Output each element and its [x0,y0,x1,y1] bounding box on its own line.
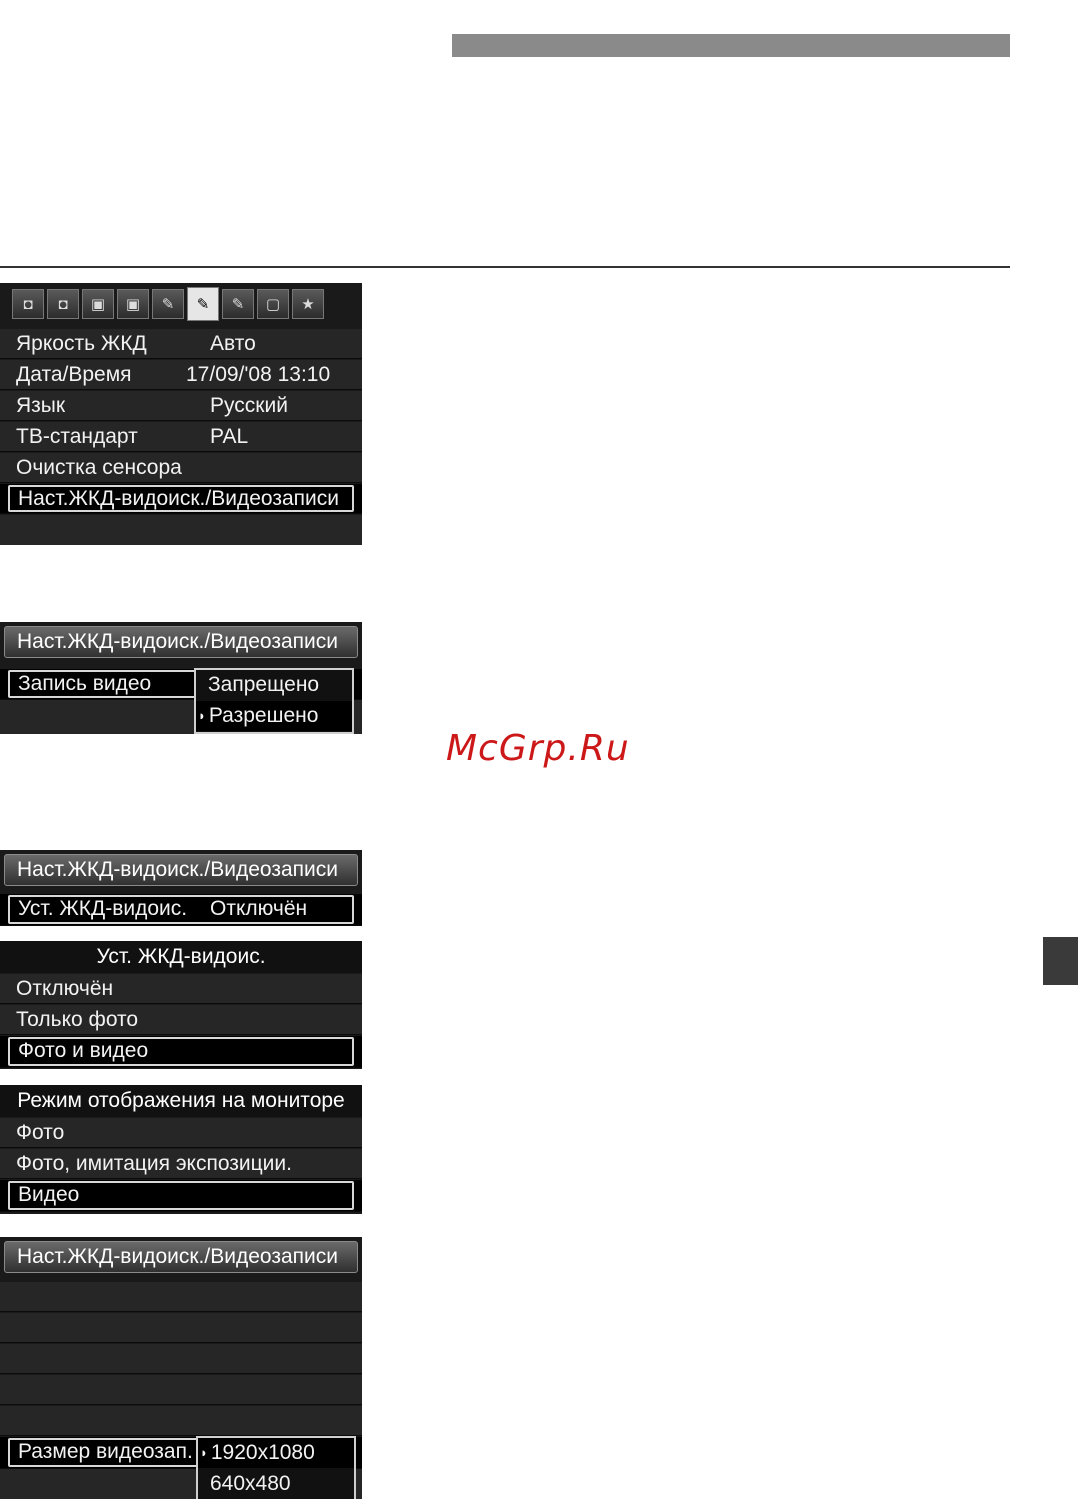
menu-row-empty [0,1282,362,1312]
custom-function-icon[interactable]: ▢ [257,289,289,319]
option-1920x1080[interactable]: ◗ 1920x1080 [198,1438,354,1468]
movie-record-screen: Наст.ЖКД-видоиск./Видеозаписи Запись вид… [0,622,362,734]
row-label: Фото [16,1121,65,1144]
row-label: Отключён [16,977,114,1000]
row-value: Отключён [210,897,308,920]
row-label: Наст.ЖКД-видоиск./Видеозаписи [18,487,339,510]
my-menu-icon[interactable]: ★ [292,289,324,319]
row-label: ТВ-стандарт [16,425,138,448]
menu-row-empty [0,1406,362,1436]
section-header-bar [452,34,1010,57]
row-label: Запись видео [18,672,152,695]
movie-record-dropdown[interactable]: Запрещено ◗ Разрешено [194,668,354,734]
option-movie[interactable]: Видео [0,1180,362,1212]
menu-row-video-system[interactable]: ТВ-стандарт PAL [0,422,362,452]
row-value: 17/09/'08 13:10 [186,363,331,386]
chapter-side-tab [1043,937,1078,985]
menu-row-live-view-settings[interactable]: Наст.ЖКД-видоиск./Видеозаписи [0,484,362,514]
option-disable[interactable]: Отключён [0,974,362,1004]
row-value: PAL [210,425,249,448]
setup-3-icon[interactable]: ✎ [222,289,254,319]
row-label: Уст. ЖКД-видоис. [18,897,188,920]
row-label: Размер видеозап. [18,1440,193,1463]
camera-2-icon[interactable]: ◘ [47,289,79,319]
option-stills-only[interactable]: Только фото [0,1005,362,1035]
option-disable[interactable]: Запрещено [196,670,352,700]
selected-arrow-icon: ◗ [200,1445,208,1460]
live-view-options-screen: Уст. ЖКД-видоис. Отключён Только фото Фо… [0,941,362,1069]
row-label: Яркость ЖКД [16,332,147,355]
menu-row-date-time[interactable]: Дата/Время 17/09/'08 13:10 [0,360,362,390]
option-stills[interactable]: Фото [0,1118,362,1148]
playback-2-icon[interactable]: ▣ [117,289,149,319]
menu-row-empty [0,1375,362,1405]
screen-header: Наст.ЖКД-видоиск./Видеозаписи [4,1241,358,1273]
option-enable[interactable]: ◗ Разрешено [196,701,352,731]
watermark-text: McGrp.Ru [446,728,630,769]
screen-title: Уст. ЖКД-видоис. [0,941,362,973]
selected-arrow-icon: ◗ [198,708,206,723]
live-view-setting-row[interactable]: Уст. ЖКД-видоис. Отключён [0,894,362,926]
live-view-setting-screen: Наст.ЖКД-видоиск./Видеозаписи Уст. ЖКД-в… [0,850,362,926]
option-640x480[interactable]: 640x480 [198,1469,354,1499]
row-label: Фото и видео [18,1039,149,1062]
screen-header: Наст.ЖКД-видоиск./Видеозаписи [4,854,358,886]
setup-2-icon[interactable]: ✎ [187,287,219,321]
playback-1-icon[interactable]: ▣ [82,289,114,319]
row-label: Язык [16,394,66,417]
menu-row-empty [0,1344,362,1374]
row-label: Очистка сенсора [16,456,182,479]
movie-size-screen: Наст.ЖКД-видоиск./Видеозаписи Размер вид… [0,1237,362,1499]
display-mode-screen: Режим отображения на мониторе Фото Фото,… [0,1085,362,1214]
row-value: Русский [210,394,288,417]
divider-rule [0,266,1010,268]
menu-row-lcd-brightness[interactable]: Яркость ЖКД Авто [0,329,362,359]
setup-1-icon[interactable]: ✎ [152,289,184,319]
option-stills-and-movie[interactable]: Фото и видео [0,1036,362,1068]
screen-header: Наст.ЖКД-видоиск./Видеозаписи [4,626,358,658]
menu-row-language[interactable]: Язык Русский [0,391,362,421]
row-label: Только фото [16,1008,139,1031]
option-stills-exposure-simulation[interactable]: Фото, имитация экспозиции. [0,1149,362,1179]
setup-menu-screen: ◘ ◘ ▣ ▣ ✎ ✎ ✎ ▢ ★ Яркость ЖКД Авто Дата/… [0,283,362,545]
row-value: Авто [210,332,256,355]
menu-row-sensor-cleaning[interactable]: Очистка сенсора [0,453,362,483]
menu-row-empty [0,1313,362,1343]
row-label: Дата/Время [16,363,132,386]
menu-row-empty [0,515,362,545]
row-label: Фото, имитация экспозиции. [16,1152,292,1175]
screen-title: Режим отображения на мониторе [0,1085,362,1117]
movie-size-dropdown[interactable]: ◗ 1920x1080 640x480 [196,1436,356,1499]
camera-1-icon[interactable]: ◘ [12,289,44,319]
menu-tab-bar: ◘ ◘ ▣ ▣ ✎ ✎ ✎ ▢ ★ [12,287,324,321]
row-label: Видео [18,1183,80,1206]
